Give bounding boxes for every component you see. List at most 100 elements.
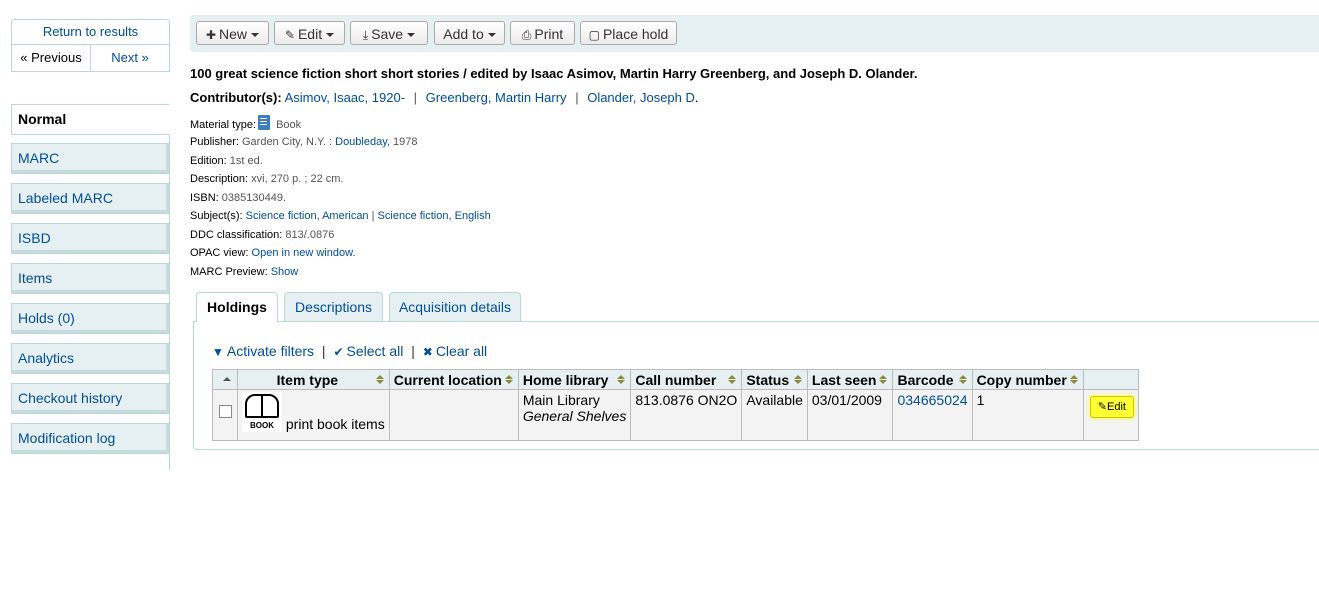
select-column-header[interactable]	[212, 369, 238, 390]
edit-item-button[interactable]: ✎Edit	[1089, 396, 1134, 418]
opac-view: OPAC view: Open in new window.	[190, 247, 356, 259]
add-to-label: Add to	[443, 26, 484, 42]
save-button[interactable]: ⤓ Save	[350, 21, 428, 45]
copy-number-cell: 1	[971, 389, 1084, 441]
select-cell	[212, 389, 238, 441]
previous-link[interactable]: « Previous	[12, 45, 90, 71]
separator: |	[413, 90, 418, 105]
save-label: Save	[371, 26, 404, 42]
status-cell: Available	[741, 389, 808, 441]
last-seen-cell: 03/01/2009	[806, 389, 894, 441]
edit-item-label: Edit	[1107, 401, 1126, 413]
isbn-label: ISBN:	[190, 192, 219, 204]
close-icon: ✖	[422, 345, 433, 359]
column-header-call-number[interactable]: Call number	[630, 369, 743, 390]
sidebar-item-items[interactable]: Items	[11, 263, 169, 294]
header-label: Copy number	[976, 371, 1067, 388]
subject-link[interactable]: Science fiction	[378, 210, 449, 222]
header-label: Call number	[635, 371, 717, 388]
next-link[interactable]: Next »	[90, 45, 169, 71]
sort-icon	[728, 375, 737, 384]
ddc-value: 813/.0876	[285, 229, 335, 241]
printer-icon: ⎙	[521, 28, 532, 42]
header-label: Home library	[522, 371, 609, 388]
record-title: 100 great science fiction short short st…	[190, 66, 918, 81]
sidebar-item-marc[interactable]: MARC	[11, 143, 169, 174]
subject-comma: ,	[316, 210, 320, 222]
header-label: Last seen	[811, 371, 877, 388]
sort-icon	[1069, 375, 1078, 384]
column-header-barcode[interactable]: Barcode	[892, 369, 973, 390]
actions-cell: ✎Edit	[1082, 389, 1139, 441]
place-hold-label: Place hold	[602, 26, 669, 42]
browse-results-box: Return to results « Previous Next »	[11, 19, 170, 72]
select-all-link[interactable]: ✔ Select all	[333, 343, 403, 359]
publisher: Publisher: Garden City, N.Y. : Doubleday…	[190, 136, 418, 148]
contributor-link[interactable]: Greenberg, Martin Harry	[426, 90, 567, 105]
sidebar-item-analytics[interactable]: Analytics	[11, 343, 169, 374]
sidebar-item-labeled-marc[interactable]: Labeled MARC	[11, 183, 169, 214]
edit-menu-button[interactable]: ✎ Edit	[274, 21, 345, 45]
check-icon: ✔	[333, 345, 344, 359]
column-header-home-library[interactable]: Home library	[517, 369, 632, 390]
sidebar-item-holds[interactable]: Holds (0)	[11, 303, 169, 334]
caret-down-icon	[251, 33, 260, 38]
material-type-value: Book	[276, 119, 302, 131]
edition-label: Edition:	[190, 155, 227, 167]
column-header-copy-number[interactable]: Copy number	[971, 369, 1084, 390]
contributor-link[interactable]: Asimov, Isaac, 1920-	[285, 90, 405, 105]
item-checkbox[interactable]	[218, 405, 232, 418]
contributors-end: .	[694, 90, 699, 105]
ddc-label: DDC classification:	[190, 229, 283, 241]
ddc-classification: DDC classification: 813/.0876	[190, 229, 334, 241]
sidebar-item-normal[interactable]: Normal	[11, 104, 170, 135]
column-header-item-type[interactable]: Item type	[237, 369, 390, 390]
print-label: Print	[534, 26, 564, 42]
tab-holdings[interactable]: Holdings	[196, 292, 278, 322]
edition-value: 1st ed.	[229, 155, 263, 167]
marc-preview-label: MARC Preview:	[190, 266, 268, 278]
subjects-label: Subject(s):	[190, 210, 243, 222]
column-header-status[interactable]: Status	[741, 369, 808, 390]
sidebar-item-modification-log[interactable]: Modification log	[11, 423, 169, 454]
marc-preview-link[interactable]: Show	[271, 266, 299, 278]
publisher-link[interactable]: Doubleday	[335, 136, 387, 148]
table-header-row: Item type Current location Home library …	[212, 369, 1139, 390]
column-header-current-location[interactable]: Current location	[388, 369, 519, 390]
download-icon: ⤓	[362, 28, 369, 42]
sidebar-item-isbd[interactable]: ISBD	[11, 223, 169, 254]
home-library-cell: Main Library General Shelves	[517, 389, 632, 441]
isbn-value: 0385130449.	[221, 192, 287, 204]
material-type: Material type: Book	[190, 115, 301, 131]
opac-link[interactable]: Open in new window.	[252, 247, 356, 259]
record-view-menu: Normal MARC Labeled MARC ISBD Items Hold…	[11, 104, 170, 463]
add-to-button[interactable]: Add to	[434, 21, 505, 45]
sidebar-item-checkout-history[interactable]: Checkout history	[11, 383, 169, 414]
return-to-results-link[interactable]: Return to results	[12, 20, 169, 45]
item-type-value: print book items	[285, 416, 385, 432]
isbn: ISBN: 0385130449.	[190, 192, 286, 204]
place-hold-button[interactable]: ▢ Place hold	[580, 21, 677, 45]
clear-all-link[interactable]: ✖ Clear all	[423, 343, 487, 359]
tab-acquisition-details[interactable]: Acquisition details	[389, 292, 521, 321]
subject-link[interactable]: American	[322, 210, 368, 222]
clear-all-label: Clear all	[435, 343, 488, 359]
plus-icon: ✚	[205, 28, 217, 42]
sort-icon	[793, 375, 802, 384]
contributor-link[interactable]: Olander, Joseph D	[587, 90, 695, 105]
holdings-table: Item type Current location Home library …	[212, 369, 1139, 441]
subjects: Subject(s): Science fiction, American | …	[190, 210, 491, 222]
pencil-icon: ✎	[1097, 401, 1108, 413]
sort-asc-icon	[223, 377, 231, 381]
subject-link[interactable]: Science fiction	[246, 210, 317, 222]
barcode-link[interactable]: 034665024	[897, 392, 967, 408]
column-header-last-seen[interactable]: Last seen	[806, 369, 894, 390]
print-button[interactable]: ⎙ Print	[510, 21, 575, 45]
book-pages-shape	[245, 394, 279, 418]
publisher-place: Garden City, N.Y. :	[241, 136, 333, 148]
book-icon-caption: BOOK	[250, 421, 274, 430]
activate-filters-link[interactable]: ▼ Activate filters	[212, 343, 314, 359]
subject-link[interactable]: English	[455, 210, 491, 222]
tab-descriptions[interactable]: Descriptions	[284, 292, 383, 321]
new-button[interactable]: ✚ New	[196, 21, 269, 45]
